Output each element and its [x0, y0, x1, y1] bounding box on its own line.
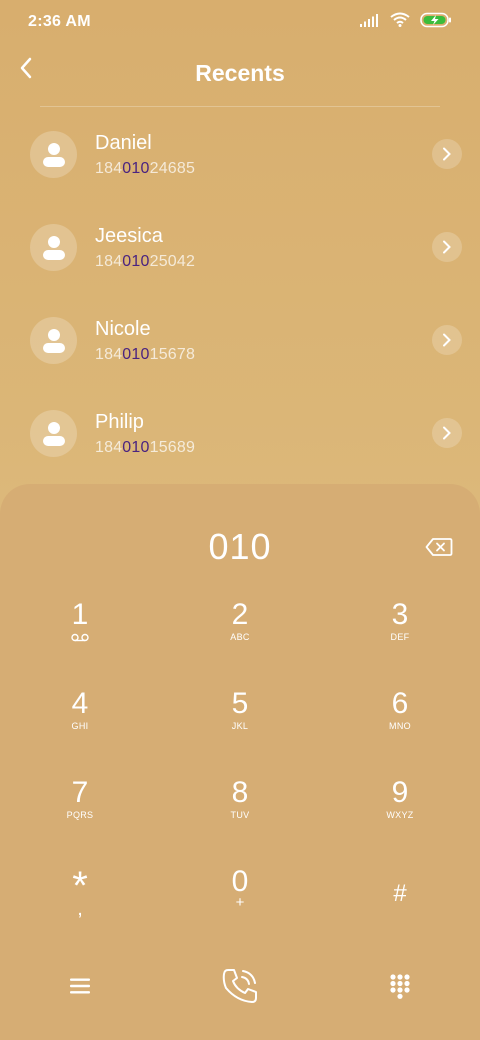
bottom-bar	[0, 956, 480, 1016]
person-icon	[42, 235, 65, 260]
header: Recents	[0, 44, 480, 102]
chevron-right-icon	[443, 333, 451, 347]
dialpad-panel: 010 1 2 ABC 3 DEF 4 GHI 5 JKL 6 MNO 7 PQ…	[0, 484, 480, 1040]
contact-number: 18401024685	[95, 160, 196, 177]
key-2[interactable]: 2 ABC	[160, 597, 320, 686]
chevron-right-icon	[443, 147, 451, 161]
number-match: 010	[122, 346, 150, 363]
backspace-button[interactable]	[424, 536, 454, 558]
key-4[interactable]: 4 GHI	[0, 686, 160, 775]
call-button[interactable]	[160, 966, 320, 1006]
dialpad-icon	[390, 974, 410, 999]
avatar	[30, 224, 77, 271]
chevron-right-icon	[443, 240, 451, 254]
call-icon	[222, 969, 257, 1003]
number-match: 010	[122, 439, 150, 456]
wifi-icon	[390, 12, 410, 32]
status-time: 2:36 AM	[28, 13, 91, 30]
avatar	[30, 410, 77, 457]
key-9[interactable]: 9 WXYZ	[320, 775, 480, 864]
battery-charging-icon	[420, 12, 452, 33]
menu-button[interactable]	[0, 977, 160, 995]
recents-list: Daniel 18401024685 Jeesica 18401025042 N…	[0, 107, 480, 479]
contact-row[interactable]: Jeesica 18401025042	[0, 200, 480, 293]
person-icon	[42, 421, 65, 446]
key-3[interactable]: 3 DEF	[320, 597, 480, 686]
contact-detail-button[interactable]	[432, 325, 462, 355]
number-match: 010	[122, 253, 150, 270]
person-icon	[42, 328, 65, 353]
key-6[interactable]: 6 MNO	[320, 686, 480, 775]
keypad: 1 2 ABC 3 DEF 4 GHI 5 JKL 6 MNO 7 PQRS 8…	[0, 597, 480, 953]
dialpad-toggle-button[interactable]	[320, 973, 480, 999]
contact-name: Daniel	[95, 132, 152, 154]
backspace-icon	[425, 538, 453, 556]
person-icon	[42, 142, 65, 167]
contact-name: Nicole	[95, 318, 151, 340]
contact-row[interactable]: Philip 18401015689	[0, 386, 480, 479]
number-match: 010	[122, 160, 150, 177]
contact-name: Philip	[95, 411, 144, 433]
key-7[interactable]: 7 PQRS	[0, 775, 160, 864]
key-0[interactable]: 0 +	[160, 864, 320, 953]
back-button[interactable]	[14, 56, 38, 84]
avatar	[30, 131, 77, 178]
page-title: Recents	[195, 59, 285, 86]
contact-name: Jeesica	[95, 225, 163, 247]
contact-row[interactable]: Nicole 18401015678	[0, 293, 480, 386]
menu-icon	[70, 978, 90, 994]
signal-icon	[360, 13, 380, 32]
key-1[interactable]: 1	[0, 597, 160, 686]
contact-number: 18401025042	[95, 253, 196, 270]
chevron-right-icon	[443, 426, 451, 440]
chevron-left-icon	[19, 57, 33, 84]
status-icons	[360, 12, 452, 33]
key-8[interactable]: 8 TUV	[160, 775, 320, 864]
voicemail-icon	[71, 633, 89, 642]
key-hash[interactable]: #	[320, 864, 480, 953]
contact-number: 18401015678	[95, 346, 196, 363]
avatar	[30, 317, 77, 364]
contact-detail-button[interactable]	[432, 232, 462, 262]
key-5[interactable]: 5 JKL	[160, 686, 320, 775]
contact-detail-button[interactable]	[432, 418, 462, 448]
status-bar: 2:36 AM	[0, 0, 480, 44]
contact-detail-button[interactable]	[432, 139, 462, 169]
dialed-number: 010	[208, 526, 272, 567]
contact-number: 18401015689	[95, 439, 196, 456]
contact-row[interactable]: Daniel 18401024685	[0, 107, 480, 200]
key-star[interactable]: * ,	[0, 864, 160, 953]
